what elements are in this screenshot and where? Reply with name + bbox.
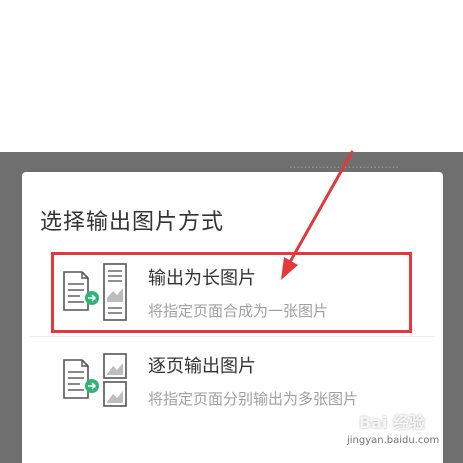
annotation-highlight-box (51, 252, 412, 333)
option-page-by-page-title: 逐页输出图片 (148, 356, 256, 377)
option-divider (30, 336, 435, 337)
dialog-title: 选择输出图片方式 (40, 210, 225, 235)
watermark-url: jingyan.baidu.com (347, 435, 440, 446)
watermark-logo: Bai 经验 (358, 413, 426, 432)
backdrop-hint-text: ………………………… (289, 158, 399, 171)
page-by-page-export-icon (63, 353, 127, 407)
screenshot-canvas: ………………………… 选择输出图片方式 输出为长图片 将指定页面合成为一张图片 … (0, 0, 463, 463)
option-page-by-page-description: 将指定页面分别输出为多张图片 (148, 390, 359, 408)
option-page-by-page[interactable]: 逐页输出图片 将指定页面分别输出为多张图片 (30, 340, 435, 420)
baidu-jingyan-watermark: Bai 经验 jingyan.baidu.com (347, 409, 440, 449)
